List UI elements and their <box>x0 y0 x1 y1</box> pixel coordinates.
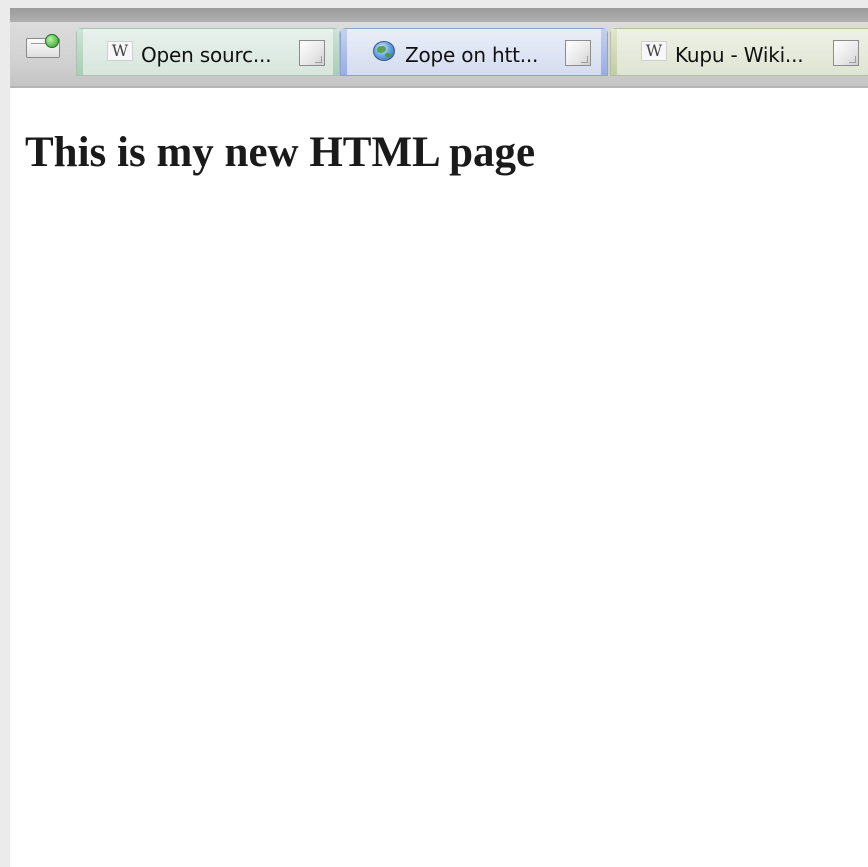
tab-open-source[interactable]: W Open sourc... <box>76 28 340 76</box>
wikipedia-icon: W <box>107 41 133 61</box>
tab-close-icon[interactable] <box>565 40 591 66</box>
window-top-border <box>10 8 868 22</box>
tab-close-icon[interactable] <box>299 40 325 66</box>
page-heading: This is my new HTML page <box>25 129 536 176</box>
tab-label: Open sourc... <box>141 43 272 67</box>
browser-window: W Open sourc... Zope on htt... W Kupu - … <box>10 8 868 867</box>
tab-left-edge <box>611 29 617 75</box>
new-tab-button[interactable] <box>24 32 62 62</box>
add-icon <box>45 34 59 48</box>
tab-label: Kupu - Wiki... <box>675 43 804 67</box>
tab-label: Zope on htt... <box>405 43 539 67</box>
wikipedia-icon: W <box>641 41 667 61</box>
globe-icon <box>371 41 397 61</box>
tab-kupu[interactable]: W Kupu - Wiki... <box>610 28 868 76</box>
tab-bar: W Open sourc... Zope on htt... W Kupu - … <box>10 22 868 88</box>
page-content: This is my new HTML page <box>10 88 868 867</box>
tab-left-edge <box>341 29 347 75</box>
tab-left-edge <box>77 29 83 75</box>
tab-zope[interactable]: Zope on htt... <box>340 28 608 76</box>
tab-right-edge <box>333 29 339 75</box>
tab-right-edge <box>601 29 607 75</box>
tab-close-icon[interactable] <box>833 40 859 66</box>
